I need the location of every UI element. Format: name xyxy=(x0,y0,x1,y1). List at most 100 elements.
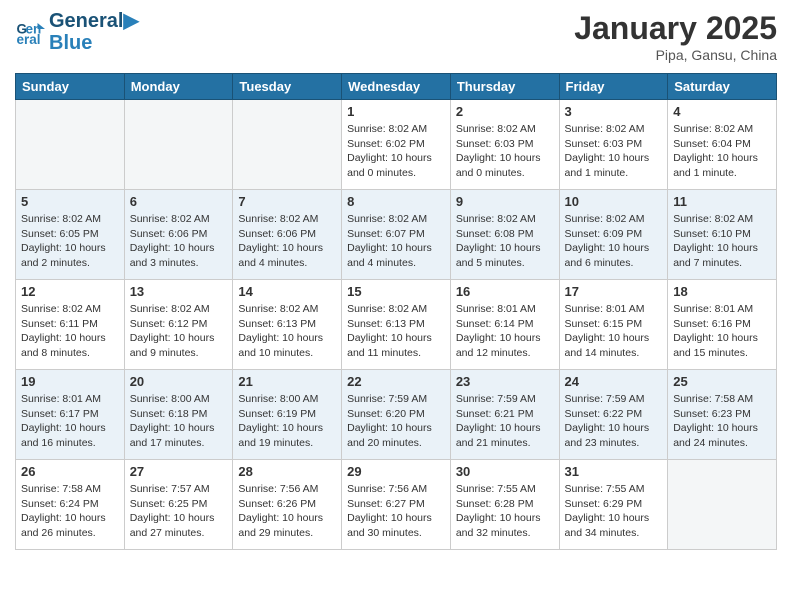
day-info-line: Sunrise: 7:58 AM xyxy=(21,483,101,495)
calendar-week-row: 5Sunrise: 8:02 AMSunset: 6:05 PMDaylight… xyxy=(16,190,777,280)
day-info-line: and 4 minutes. xyxy=(238,257,307,269)
day-info: Sunrise: 8:02 AMSunset: 6:13 PMDaylight:… xyxy=(238,302,336,361)
day-info-line: Sunrise: 8:02 AM xyxy=(130,213,210,225)
weekday-header: Saturday xyxy=(668,74,777,100)
day-info-line: Sunset: 6:10 PM xyxy=(673,228,751,240)
calendar-cell: 2Sunrise: 8:02 AMSunset: 6:03 PMDaylight… xyxy=(450,100,559,190)
calendar-week-row: 26Sunrise: 7:58 AMSunset: 6:24 PMDayligh… xyxy=(16,460,777,550)
day-info-line: Sunset: 6:13 PM xyxy=(238,318,316,330)
day-info-line: Sunset: 6:03 PM xyxy=(565,138,643,150)
day-number: 29 xyxy=(347,464,445,479)
day-info-line: Sunrise: 8:02 AM xyxy=(456,123,536,135)
day-info-line: and 23 minutes. xyxy=(565,437,640,449)
weekday-header: Thursday xyxy=(450,74,559,100)
day-info: Sunrise: 7:56 AM Sunset: 6:27 PM Daylight:… xyxy=(347,482,445,541)
calendar-cell xyxy=(668,460,777,550)
day-number: 1 xyxy=(347,104,445,119)
calendar-cell: 12Sunrise: 8:02 AMSunset: 6:11 PMDayligh… xyxy=(16,280,125,370)
calendar-cell: 7Sunrise: 8:02 AMSunset: 6:06 PMDaylight… xyxy=(233,190,342,280)
logo-blue-text: ▶ xyxy=(123,10,138,32)
day-number: 25 xyxy=(673,374,771,389)
day-info-line: Daylight: 10 hours xyxy=(21,512,106,524)
day-info-line: Sunrise: 8:02 AM xyxy=(347,123,427,135)
day-info-line: Sunrise: 8:02 AM xyxy=(456,213,536,225)
calendar-cell: 20Sunrise: 8:00 AMSunset: 6:18 PMDayligh… xyxy=(124,370,233,460)
calendar-cell: 4Sunrise: 8:02 AMSunset: 6:04 PMDaylight… xyxy=(668,100,777,190)
day-info-line: Daylight: 10 hours xyxy=(130,512,215,524)
weekday-header: Tuesday xyxy=(233,74,342,100)
day-info-line: and 6 minutes. xyxy=(565,257,634,269)
page-container: G en eral General▶ Blue January 2025 Pip… xyxy=(0,0,792,560)
day-info-line: Sunset: 6:27 PM xyxy=(347,498,425,510)
day-info-line: Daylight: 10 hours xyxy=(238,512,323,524)
day-info: Sunrise: 8:02 AMSunset: 6:09 PMDaylight:… xyxy=(565,212,663,271)
day-info-line: Sunrise: 8:02 AM xyxy=(673,213,753,225)
day-info-line: and 17 minutes. xyxy=(130,437,205,449)
day-info-line: Daylight: 10 hours xyxy=(21,242,106,254)
page-header: G en eral General▶ Blue January 2025 Pip… xyxy=(15,10,777,63)
day-info-line: Sunset: 6:09 PM xyxy=(565,228,643,240)
day-info-line: Daylight: 10 hours xyxy=(673,242,758,254)
day-info-line: Sunset: 6:28 PM xyxy=(456,498,534,510)
day-number: 6 xyxy=(130,194,228,209)
day-info-line: and 8 minutes. xyxy=(21,347,90,359)
day-info-line: Sunset: 6:17 PM xyxy=(21,408,99,420)
day-number: 16 xyxy=(456,284,554,299)
day-info-line: Daylight: 10 hours xyxy=(565,512,650,524)
day-info-line: Sunrise: 8:00 AM xyxy=(130,393,210,405)
day-info-line: Sunset: 6:07 PM xyxy=(347,228,425,240)
day-info-line: and 4 minutes. xyxy=(347,257,416,269)
day-info-line: Sunset: 6:02 PM xyxy=(347,138,425,150)
calendar-cell: 9Sunrise: 8:02 AMSunset: 6:08 PMDaylight… xyxy=(450,190,559,280)
logo-general: General xyxy=(49,10,123,32)
day-info-line: Sunset: 6:18 PM xyxy=(130,408,208,420)
calendar-cell: 1Sunrise: 8:02 AMSunset: 6:02 PMDaylight… xyxy=(342,100,451,190)
day-info-line: Sunset: 6:24 PM xyxy=(21,498,99,510)
day-number: 9 xyxy=(456,194,554,209)
day-info-line: Sunrise: 8:01 AM xyxy=(673,303,753,315)
day-info-line: Daylight: 10 hours xyxy=(347,332,432,344)
day-info-line: and 20 minutes. xyxy=(347,437,422,449)
day-info: Sunrise: 8:00 AMSunset: 6:18 PMDaylight:… xyxy=(130,392,228,451)
calendar-cell: 5Sunrise: 8:02 AMSunset: 6:05 PMDaylight… xyxy=(16,190,125,280)
day-info-line: Daylight: 10 hours xyxy=(456,332,541,344)
day-info: Sunrise: 8:02 AMSunset: 6:06 PMDaylight:… xyxy=(238,212,336,271)
weekday-header: Wednesday xyxy=(342,74,451,100)
day-info: Sunrise: 7:59 AMSunset: 6:20 PMDaylight:… xyxy=(347,392,445,451)
calendar-cell: 24Sunrise: 7:59 AMSunset: 6:22 PMDayligh… xyxy=(559,370,668,460)
calendar-cell: 28 Sunrise: 7:56 AMSunset: 6:26 PMDayligh… xyxy=(233,460,342,550)
calendar-cell xyxy=(16,100,125,190)
day-number: 30 xyxy=(456,464,554,479)
day-info-line: Daylight: 10 hours xyxy=(347,512,432,524)
calendar-cell: 18Sunrise: 8:01 AMSunset: 6:16 PMDayligh… xyxy=(668,280,777,370)
day-info: Sunrise: 8:02 AMSunset: 6:03 PMDaylight:… xyxy=(456,122,554,181)
month-title: January 2025 xyxy=(574,10,777,47)
day-info-line: Sunrise: 8:02 AM xyxy=(238,303,318,315)
calendar-cell: 26Sunrise: 7:58 AMSunset: 6:24 PMDayligh… xyxy=(16,460,125,550)
day-info: Sunrise: 7:55 AMSunset: 6:28 PMDaylight:… xyxy=(456,482,554,541)
day-info: Sunrise: 8:02 AMSunset: 6:04 PMDaylight:… xyxy=(673,122,771,181)
calendar-cell: 11Sunrise: 8:02 AMSunset: 6:10 PMDayligh… xyxy=(668,190,777,280)
day-info-line: Daylight: 10 hours xyxy=(565,242,650,254)
day-info-line: and 1 minute. xyxy=(673,167,737,179)
day-number: 5 xyxy=(21,194,119,209)
calendar-cell: 19Sunrise: 8:01 AMSunset: 6:17 PMDayligh… xyxy=(16,370,125,460)
day-info: Sunrise: 7:59 AMSunset: 6:22 PMDaylight:… xyxy=(565,392,663,451)
day-info-line: Sunset: 6:16 PM xyxy=(673,318,751,330)
day-info-line: and 3 minutes. xyxy=(130,257,199,269)
day-info: Sunrise: 8:02 AMSunset: 6:02 PMDaylight:… xyxy=(347,122,445,181)
day-info: Sunrise: 8:01 AMSunset: 6:16 PMDaylight:… xyxy=(673,302,771,361)
day-info-line: and 7 minutes. xyxy=(673,257,742,269)
day-info: Sunrise: 7:56 AMSunset: 6:26 PMDaylight:… xyxy=(238,482,336,541)
day-info: Sunrise: 8:02 AMSunset: 6:06 PMDaylight:… xyxy=(130,212,228,271)
day-number: 28 xyxy=(238,464,336,479)
calendar-cell: 30 Sunrise: 7:55 AMSunset: 6:28 PMDayligh… xyxy=(450,460,559,550)
day-info-line: Sunrise: 8:00 AM xyxy=(238,393,318,405)
day-info-line: and 12 minutes. xyxy=(456,347,531,359)
day-info-line: Sunrise: 7:56 AM xyxy=(347,483,427,495)
day-info-line: and 27 minutes. xyxy=(130,527,205,539)
day-info-line: Sunrise: 7:58 AM xyxy=(673,393,753,405)
day-info-line: Daylight: 10 hours xyxy=(21,332,106,344)
day-number: 27 xyxy=(130,464,228,479)
day-number: 31 xyxy=(565,464,663,479)
